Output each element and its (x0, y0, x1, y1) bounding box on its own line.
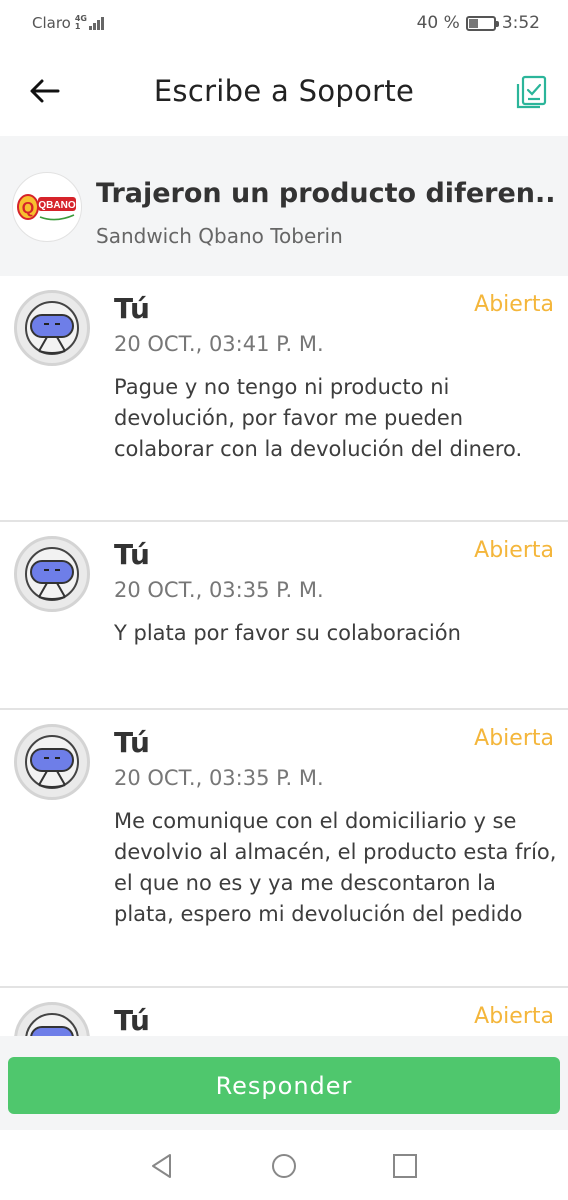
status-bar: Claro 4G 1 40 % 3:52 (0, 0, 568, 48)
svg-text:QBANO: QBANO (38, 200, 75, 211)
message-item: Tú Abierta 20 OCT., 03:35 P. M. Me comun… (0, 710, 568, 988)
message-author: Tú (114, 726, 150, 759)
network-sub-label: 1 (74, 22, 81, 31)
battery-icon (465, 15, 499, 31)
status-badge: Abierta (474, 292, 554, 317)
reply-bar: Responder (0, 1036, 568, 1130)
reply-button[interactable]: Responder (8, 1057, 560, 1114)
store-logo: Q QBANO (12, 172, 82, 242)
order-title: Trajeron un producto diferen... (96, 178, 558, 209)
nav-recents-icon[interactable] (391, 1152, 419, 1180)
message-time: 20 OCT., 03:35 P. M. (114, 766, 324, 790)
svg-text:Q: Q (22, 200, 34, 217)
message-author: Tú (114, 292, 150, 325)
status-badge: Abierta (474, 726, 554, 751)
store-name: Sandwich Qbano Toberin (96, 224, 343, 248)
astronaut-avatar-icon (14, 1002, 90, 1036)
app-header: Escribe a Soporte (0, 48, 568, 136)
status-right: 40 % 3:52 (417, 13, 540, 33)
message-time: 20 OCT., 03:41 P. M. (114, 332, 324, 356)
message-author: Tú (114, 538, 150, 571)
signal-icon (89, 16, 104, 30)
message-item: Tú Abierta 20 OCT., 03:41 P. M. Pague y … (0, 276, 568, 522)
message-list[interactable]: Tú Abierta 20 OCT., 03:41 P. M. Pague y … (0, 276, 568, 1036)
message-text: Y plata por favor su colaboración (114, 621, 461, 645)
order-summary[interactable]: Q QBANO Trajeron un producto diferen... … (0, 136, 568, 276)
nav-home-icon[interactable] (270, 1152, 298, 1180)
clock: 3:52 (501, 13, 540, 33)
system-nav-bar (0, 1130, 568, 1200)
page-title: Escribe a Soporte (153, 74, 415, 108)
qbano-logo-icon: Q QBANO (17, 194, 76, 221)
astronaut-avatar-icon (14, 290, 90, 366)
message-item: Tú Abierta 20 OCT., 03:35 P. M. Y plata … (0, 522, 568, 710)
battery-percent: 40 % (416, 13, 460, 33)
message-time: 20 OCT., 03:35 P. M. (114, 578, 324, 602)
astronaut-avatar-icon (14, 536, 90, 612)
checklist-icon[interactable] (514, 74, 550, 110)
status-left: Claro 4G 1 (32, 14, 104, 32)
astronaut-avatar-icon (14, 724, 90, 800)
message-author: Tú (114, 1004, 150, 1036)
message-text: Me comunique con el domiciliario y se de… (114, 809, 557, 926)
message-text: Pague y no tengo ni producto ni devoluci… (114, 375, 523, 461)
network-type: 4G 1 (75, 15, 87, 31)
status-badge: Abierta (474, 538, 554, 563)
nav-back-icon[interactable] (148, 1152, 176, 1180)
message-item: Tú Abierta (0, 988, 568, 1036)
carrier-name: Claro (32, 14, 71, 32)
status-badge: Abierta (474, 1004, 554, 1029)
